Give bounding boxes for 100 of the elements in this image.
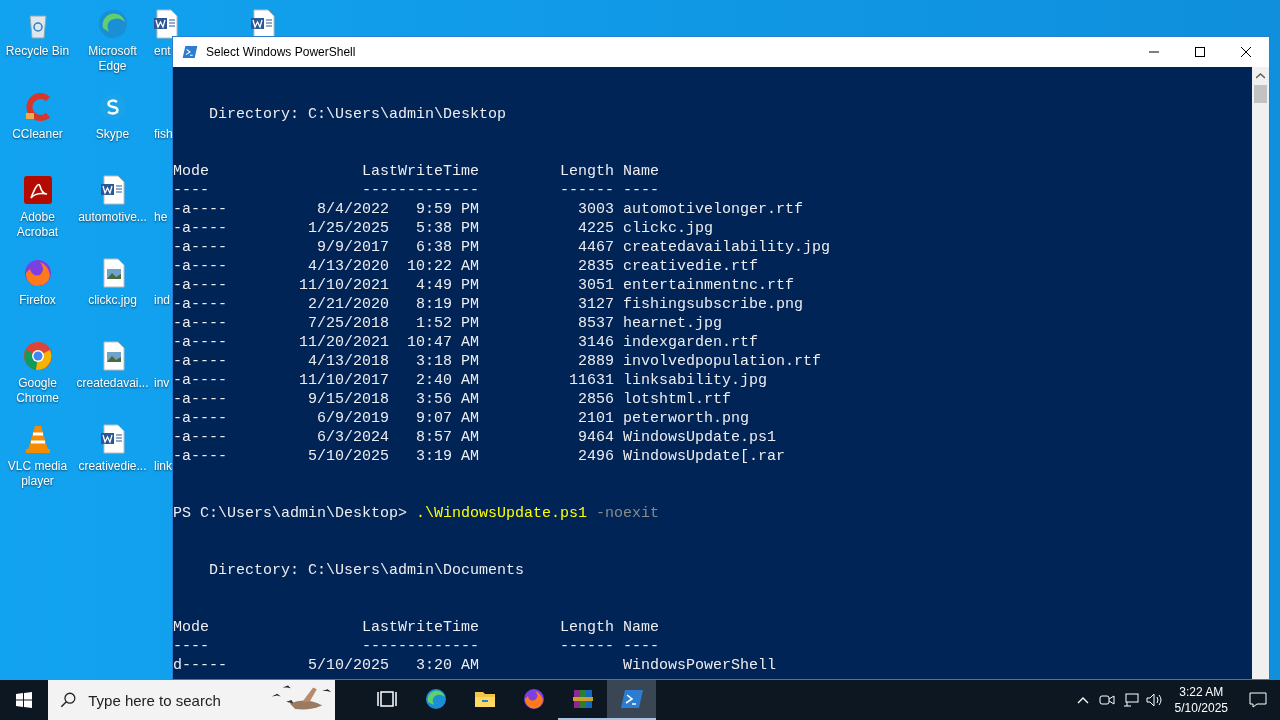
length-cell-text: 9464 — [577, 428, 615, 447]
mode-cell: -a---- — [173, 314, 227, 333]
date-cell-text: 7/25/2018 — [307, 314, 389, 333]
time-cell-text: 3:18 PM — [415, 352, 479, 371]
length-cell-text: ------ — [559, 637, 615, 656]
mode-cell: -a---- — [173, 390, 227, 409]
name-cell-text: Name — [623, 618, 661, 637]
directory-heading: Directory: C:\Users\admin\Documents — [209, 562, 525, 579]
mode-cell: -a---- — [173, 219, 227, 238]
archive-books-icon — [570, 687, 595, 711]
close-icon — [1241, 47, 1251, 57]
desktop-icon-label[interactable]: Recycle Bin — [1, 44, 74, 59]
date-cell-text: 8/4/2022 — [316, 200, 389, 219]
length-cell-text: 3127 — [577, 295, 615, 314]
speech-bubble-icon — [1249, 692, 1267, 708]
length-cell-text: Length — [559, 162, 615, 181]
search-box[interactable]: Type here to search — [48, 680, 335, 720]
length-cell-text: 8537 — [577, 314, 615, 333]
time-cell-text: 9:07 AM — [415, 409, 479, 428]
name-cell-text: WindowsPowerShell — [623, 656, 778, 675]
mode-cell: -a---- — [173, 200, 227, 219]
length-cell-text: 3146 — [577, 333, 615, 352]
desktop-icon-label[interactable]: fish — [150, 127, 173, 142]
mode-cell: -a---- — [173, 428, 227, 447]
date-cell-text: 1/25/2025 — [307, 219, 389, 238]
name-cell-text: WindowsUpdate[.rar — [623, 447, 787, 466]
time-cell-text: 5:38 PM — [415, 219, 479, 238]
length-cell-text: 11631 — [568, 371, 615, 390]
time-cell-text: 2:40 AM — [415, 371, 479, 390]
name-cell-text: hearnet.jpg — [623, 314, 724, 333]
desktop-icon-label[interactable]: VLC media player — [1, 459, 74, 489]
search-field[interactable]: Type here to search — [86, 690, 261, 710]
mode-cell: -a---- — [173, 352, 227, 371]
time-cell-text: 1:52 PM — [415, 314, 479, 333]
mode-cell: -a---- — [173, 333, 227, 352]
mode-cell-text: ---- — [173, 181, 210, 200]
mode-cell: -a---- — [173, 409, 227, 428]
mode-cell-text: Mode — [173, 162, 210, 181]
desktop-icon-label[interactable]: Adobe Acrobat — [1, 210, 74, 240]
desktop-icon-label[interactable]: Skype — [76, 127, 149, 142]
mode-cell: -a---- — [173, 447, 227, 466]
length-cell-text: 4225 — [577, 219, 615, 238]
date-cell-text: 6/3/2024 — [316, 428, 389, 447]
time-cell-text: 3:19 AM — [415, 447, 479, 466]
time-cell-text: 8:57 AM — [415, 428, 479, 447]
time-cell-text: LastWriteTime — [361, 162, 479, 181]
date-cell-text: 5/10/2025 — [307, 447, 389, 466]
date-cell-text: 4/13/2020 — [307, 257, 389, 276]
date-cell-text: 11/10/2021 — [298, 276, 389, 295]
scrollbar[interactable] — [1252, 67, 1269, 679]
fox-browser-icon — [521, 687, 546, 711]
desktop-icon-label[interactable]: Microsoft Edge — [76, 44, 149, 74]
name-cell-text: clickc.jpg — [623, 219, 715, 238]
time-cell-text: 8:19 PM — [415, 295, 479, 314]
date-cell-text: 9/9/2017 — [316, 238, 389, 257]
terminal-icon — [182, 44, 198, 60]
desktop-icon-label[interactable]: creativedie... — [76, 459, 149, 474]
desktop-icon-label[interactable]: Firefox — [1, 293, 74, 308]
time-cell-text: LastWriteTime — [361, 618, 479, 637]
desktop-icon-label[interactable]: automotive... — [76, 210, 149, 225]
name-cell-text: automotivelonger.rtf — [623, 200, 805, 219]
date-cell-text: 5/10/2025 — [307, 656, 389, 675]
desktop-icon-label[interactable]: clickc.jpg — [76, 293, 149, 308]
command-line: PS C:\Users\admin\Desktop> .\WindowsUpdate.ps1 -noexit — [173, 505, 660, 522]
time-cell-text: 3:56 AM — [415, 390, 479, 409]
name-cell-text: creativedie.rtf — [623, 257, 760, 276]
name-cell-text: createdavailability.jpg — [623, 238, 832, 257]
desktop-icon-label[interactable]: ind — [150, 293, 170, 308]
date-cell-text: 11/20/2021 — [298, 333, 389, 352]
time-cell-text: ------------- — [361, 181, 479, 200]
name-cell-text: ---- — [623, 637, 661, 656]
name-cell-text: entertainmentnc.rtf — [623, 276, 796, 295]
desktop-icon-label[interactable]: Google Chrome — [1, 376, 74, 406]
time-cell-text: 10:47 AM — [406, 333, 479, 352]
scroll-thumb[interactable] — [1254, 85, 1267, 103]
mode-cell: -a---- — [173, 371, 227, 390]
desktop-icon-label[interactable]: CCleaner — [1, 127, 74, 142]
clock[interactable]: 3:22 AM 5/10/2025 — [1166, 680, 1236, 720]
name-cell-text: indexgarden.rtf — [623, 333, 760, 352]
name-cell-text: ---- — [623, 181, 661, 200]
browser-icon — [423, 687, 448, 711]
scroll-up-icon[interactable] — [1256, 73, 1265, 79]
maximize-icon — [1195, 47, 1205, 57]
date-cell-text: 4/13/2018 — [307, 352, 389, 371]
time-cell-text: ------------- — [361, 637, 479, 656]
desktop-icon-label[interactable]: ent — [150, 44, 171, 59]
browser-icon — [96, 8, 129, 40]
browser-icon — [21, 340, 54, 372]
name-cell-text: WindowsUpdate.ps1 — [623, 428, 778, 447]
desktop-icon-label[interactable]: link — [150, 459, 172, 474]
date-cell-text: 6/9/2019 — [316, 409, 389, 428]
length-cell-text: 2889 — [577, 352, 615, 371]
desktop-icon-label[interactable]: inv — [150, 376, 170, 391]
length-cell-text: Length — [559, 618, 615, 637]
desktop-icon-label[interactable]: createdavai... — [76, 376, 149, 391]
mode-cell-text: ---- — [173, 637, 210, 656]
desktop-icon-label[interactable]: he — [150, 210, 168, 225]
name-cell-text: peterworth.png — [623, 409, 751, 428]
date-cell-text: 2/21/2020 — [307, 295, 389, 314]
length-cell-text: ------ — [559, 181, 615, 200]
